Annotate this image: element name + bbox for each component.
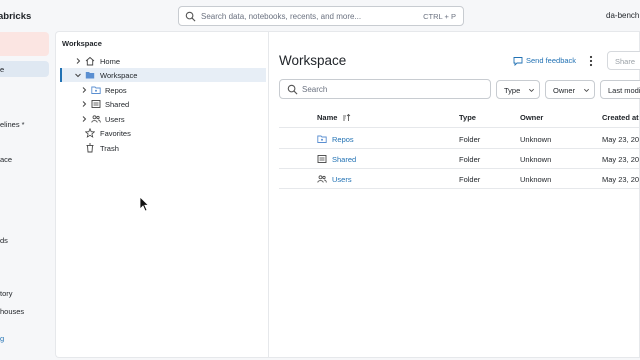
row-type: Folder	[459, 135, 481, 144]
send-feedback-label: Send feedback	[526, 56, 577, 65]
trash-icon	[86, 143, 94, 153]
tree-item-users[interactable]: Users	[60, 112, 266, 126]
tree-item-repos[interactable]: Repos	[60, 83, 266, 97]
column-header-owner[interactable]: Owner	[520, 113, 543, 122]
global-search-placeholder: Search data, notebooks, recents, and mor…	[201, 12, 362, 21]
sidebar-item-query-history[interactable]: tory	[0, 289, 13, 298]
share-button[interactable]: Share	[607, 51, 640, 70]
brand-logo-text[interactable]: abricks	[0, 11, 31, 22]
row-type: Folder	[459, 175, 481, 184]
new-button[interactable]	[0, 32, 49, 56]
repo-folder-icon	[91, 86, 101, 94]
row-created: May 23, 20	[602, 135, 640, 144]
row-owner: Unknown	[520, 175, 552, 184]
sidebar-item-marketplace[interactable]: ace	[0, 155, 12, 164]
filter-label: Last modi	[608, 86, 640, 95]
global-search-input[interactable]: Search data, notebooks, recents, and mor…	[178, 6, 464, 26]
row-name-link[interactable]: Users	[332, 175, 352, 184]
mouse-cursor-icon	[139, 196, 149, 212]
tree-item-label: Shared	[105, 100, 130, 109]
last-modified-filter-dropdown[interactable]: Last modi	[600, 80, 640, 99]
workspace-search-input[interactable]: Search	[279, 79, 491, 99]
chevron-right-icon[interactable]	[80, 86, 88, 94]
tree-item-home[interactable]: Home	[60, 54, 266, 68]
top-bar: abricks Search data, notebooks, recents,…	[0, 0, 640, 32]
sidebar-item-link[interactable]: g	[0, 334, 4, 343]
page-title: Workspace	[279, 53, 347, 68]
row-owner: Unknown	[520, 155, 552, 164]
tree-item-label: Home	[100, 57, 121, 66]
shared-folder-icon	[91, 100, 101, 108]
tree-item-label: Trash	[100, 144, 119, 153]
filter-label: Owner	[553, 86, 576, 95]
left-sidebar: e elines * ace ds tory houses g	[0, 32, 55, 360]
sidebar-item-workspace[interactable]: e	[0, 61, 49, 77]
divider	[279, 148, 640, 149]
tree-item-trash[interactable]: Trash	[60, 141, 266, 155]
row-owner: Unknown	[520, 135, 552, 144]
tree-item-favorites[interactable]: Favorites	[60, 126, 266, 140]
home-icon	[85, 56, 95, 66]
chevron-down-icon	[584, 88, 589, 92]
type-filter-dropdown[interactable]: Type	[496, 80, 540, 99]
row-name-link[interactable]: Shared	[332, 155, 356, 164]
search-shortcut: CTRL + P	[423, 12, 456, 21]
tree-item-label: Workspace	[100, 71, 138, 80]
sidebar-item-pipelines[interactable]: elines *	[0, 120, 25, 129]
column-header-type[interactable]: Type	[459, 113, 476, 122]
more-options-icon[interactable]	[587, 54, 595, 68]
shared-folder-icon	[317, 155, 327, 163]
chat-bubble-icon	[513, 57, 523, 66]
chevron-right-icon[interactable]	[74, 57, 82, 65]
tree-item-shared[interactable]: Shared	[60, 97, 266, 111]
divider	[279, 168, 640, 169]
user-workspace-name[interactable]: da-bench	[606, 11, 639, 20]
search-icon	[287, 84, 298, 95]
column-header-name[interactable]: Name	[317, 113, 337, 122]
users-icon	[317, 175, 327, 183]
sidebar-item-dashboards[interactable]: ds	[0, 236, 8, 245]
search-icon	[185, 11, 196, 22]
filter-label: Type	[504, 86, 521, 95]
users-icon	[91, 115, 101, 123]
divider	[279, 127, 640, 128]
tree-item-workspace[interactable]: Workspace	[60, 68, 266, 82]
row-name-link[interactable]: Repos	[332, 135, 354, 144]
tree-item-label: Repos	[105, 86, 127, 95]
repo-folder-icon	[317, 135, 327, 143]
main-content: Workspace Send feedback Share Search Typ…	[268, 31, 640, 358]
chevron-right-icon[interactable]	[80, 115, 88, 123]
tree-title: Workspace	[62, 39, 102, 48]
sort-icon[interactable]	[342, 113, 351, 122]
tree-item-label: Favorites	[100, 129, 131, 138]
row-created: May 23, 20	[602, 155, 640, 164]
sidebar-item-label: e	[0, 65, 5, 74]
owner-filter-dropdown[interactable]: Owner	[545, 80, 595, 99]
chevron-down-icon[interactable]	[74, 71, 82, 79]
column-header-created[interactable]: Created at	[602, 113, 639, 122]
chevron-right-icon[interactable]	[80, 100, 88, 108]
divider	[279, 188, 640, 189]
folder-icon	[85, 72, 95, 79]
search-placeholder: Search	[302, 85, 328, 94]
chevron-down-icon	[529, 88, 534, 92]
workspace-tree-panel: Workspace Home Workspace Repos Shared Us…	[55, 31, 268, 358]
row-type: Folder	[459, 155, 481, 164]
tree-item-label: Users	[105, 115, 125, 124]
share-button-label: Share	[615, 57, 636, 66]
sidebar-item-sql-warehouses[interactable]: houses	[0, 307, 24, 316]
row-created: May 23, 20	[602, 175, 640, 184]
star-icon	[85, 128, 95, 138]
